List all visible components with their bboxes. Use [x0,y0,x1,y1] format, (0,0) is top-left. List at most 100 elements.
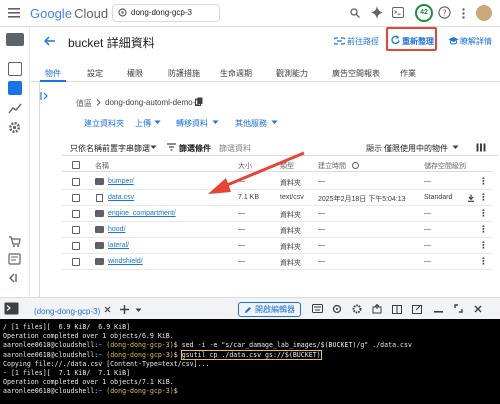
terminal-command-line: aaronlee0618@cloudshell:~ (dong-dong-gcp… [3,387,412,396]
storage-product-icon[interactable] [6,33,24,46]
create-folder-button[interactable]: 建立資料夾 [84,118,124,129]
row-checkbox[interactable] [72,242,80,250]
object-name[interactable]: bumper/ [108,178,134,185]
more-vert-icon[interactable] [462,8,465,19]
terminal-output[interactable]: / [1 files][ 6.9 KiB/ 6.9 KiB] Operation … [0,319,500,404]
marketplace-icon[interactable] [8,235,21,247]
back-arrow-icon[interactable] [44,36,56,46]
show-dropdown[interactable]: 僅限使用中的物件 [384,143,448,154]
object-type: 資料夾 [280,244,301,251]
collapse-nav-icon[interactable] [9,273,21,283]
table-row[interactable]: hood/ — 資料夾 — — ⋮ [62,222,492,238]
copy-icon[interactable] [195,97,203,106]
row-checkbox[interactable] [72,258,80,266]
object-name[interactable]: data.csv [108,194,134,201]
show-chevron-down-icon [452,145,459,150]
hamburger-menu-icon[interactable] [8,8,20,18]
tab-lifecycle[interactable]: 生命週期 [220,68,252,79]
expand-panel-icon[interactable] [40,92,49,100]
row-checkbox[interactable] [72,194,80,202]
tab-protection[interactable]: 防護措施 [168,68,200,79]
object-name[interactable]: windshield/ [108,258,143,265]
terminal-output-line: / [1 files][ 6.9 KiB/ 6.9 KiB] [3,323,131,331]
object-storage-class: — [424,258,431,265]
red-arrow-annotation [208,151,305,194]
open-editor-button[interactable]: 開啟編輯器 [238,302,301,317]
object-size: — [238,226,245,233]
row-checkbox[interactable] [72,178,80,186]
download-icon[interactable] [467,194,475,202]
upload-button[interactable]: 上傳 [135,118,151,129]
object-name[interactable]: engine_compartment/ [108,210,176,217]
row-more-icon[interactable]: ⋮ [479,256,488,267]
col-created[interactable]: 建立時間 [318,161,346,171]
object-name[interactable]: hood/ [108,226,126,233]
settings-gear-icon[interactable] [8,121,21,134]
folder-browser-collapsed [30,82,40,297]
command-text: $ [173,387,182,396]
gear-icon[interactable] [352,304,362,314]
row-more-icon[interactable]: ⋮ [479,240,488,251]
search-icon[interactable] [350,8,360,18]
tab-settings[interactable]: 設定 [87,68,103,79]
cloud-shell-icon[interactable] [392,7,404,18]
select-all-checkbox[interactable] [72,161,80,169]
gemini-sparkle-icon[interactable] [371,6,383,19]
row-more-icon[interactable]: ⋮ [479,176,488,187]
help-circle-icon[interactable] [352,162,359,169]
object-storage-class: — [424,226,431,233]
tab-objects[interactable]: 物件 [45,68,61,79]
object-name[interactable]: lateral/ [108,242,129,249]
svg-text:?: ? [442,8,446,17]
close-tab-icon[interactable] [104,306,111,313]
buckets-icon[interactable] [8,81,22,95]
minimize-icon[interactable] [434,311,443,313]
highlighted-command: gsutil cp ./data.csv gs://$(BUCKET) [180,349,322,360]
tab-observability[interactable]: 觀測能力 [276,68,308,79]
add-tab-icon[interactable] [120,305,129,314]
terminal-command-line: aaronlee0618@cloudshell:~ (dong-dong-gcp… [3,341,412,350]
table-row[interactable]: lateral/ — 資料夾 — — ⋮ [62,238,492,254]
google-cloud-logo[interactable]: Google Cloud [30,6,108,21]
web-preview-icon[interactable] [332,304,342,314]
tab-operations[interactable]: 作業 [400,68,416,79]
row-more-icon[interactable]: ⋮ [479,224,488,235]
row-more-icon[interactable]: ⋮ [479,192,488,203]
help-icon[interactable]: ? [438,6,451,19]
close-shell-icon[interactable] [474,305,482,313]
more-services-button[interactable]: 其他服務 [235,118,267,129]
avatar[interactable] [476,5,492,21]
table-row[interactable]: engine_compartment/ — 資料夾 — — ⋮ [62,206,492,222]
column-display-icon[interactable] [476,143,486,152]
tab-chevron-down-icon[interactable] [135,308,142,313]
upload-file-icon[interactable] [372,304,382,314]
col-storage-class[interactable]: 儲存空間級別 [424,161,466,171]
tab-inventory-reports[interactable]: 廣告空間報表 [332,68,380,79]
refresh-button[interactable]: 重新整理 [402,36,434,47]
file-icon [96,194,103,202]
row-checkbox[interactable] [72,210,80,218]
prefix-filter-dropdown[interactable]: 只依名稱前置字串篩選 [70,143,150,154]
school-hat-icon [448,36,459,45]
tab-permissions[interactable]: 權限 [127,68,143,79]
split-pane-icon[interactable] [392,305,402,314]
overview-icon[interactable] [8,62,22,76]
shell-tab[interactable]: (dong-dong-gcp-3) [34,307,100,316]
release-notes-icon[interactable] [8,253,21,265]
breadcrumb-root[interactable]: 值區 [76,98,92,109]
open-new-window-icon[interactable] [412,305,422,314]
monitoring-icon[interactable] [8,102,22,114]
transfer-data-button[interactable]: 轉移資料 [176,118,208,129]
table-row[interactable]: windshield/ — 資料夾 — — ⋮ [62,254,492,270]
prompt-user: aaronlee0618@cloudshell: [3,341,99,350]
keyboard-icon[interactable] [312,304,323,313]
free-trial-credits-badge[interactable]: 42 [415,4,433,22]
goto-path-button[interactable]: 前往路徑 [347,36,379,47]
project-selector[interactable]: dong-dong-gcp-3 [112,4,220,22]
learn-more-button[interactable]: 瞭解詳情 [460,36,492,47]
col-name[interactable]: 名稱 [95,161,109,171]
row-checkbox[interactable] [72,226,80,234]
maximize-icon[interactable] [454,304,463,313]
row-more-icon[interactable]: ⋮ [479,208,488,219]
folder-icon [95,258,104,265]
